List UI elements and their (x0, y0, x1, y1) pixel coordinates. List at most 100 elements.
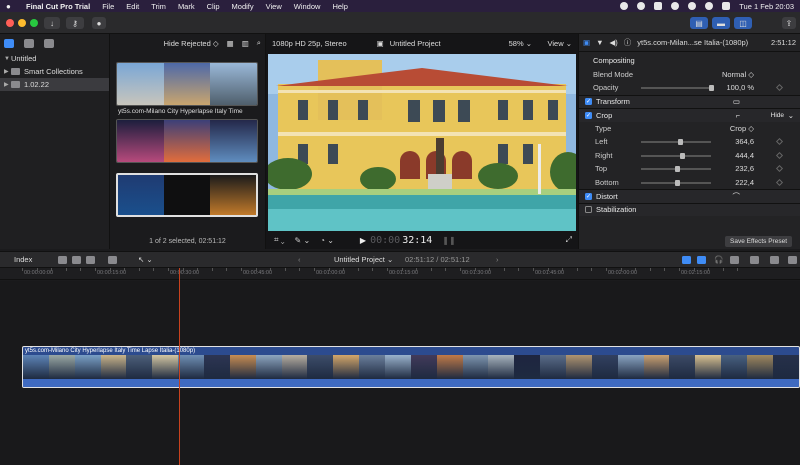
view-menu[interactable]: View ⌄ (548, 39, 573, 48)
opacity-value[interactable]: 100,0 % (726, 83, 754, 92)
audio-meter-icon[interactable]: ❚❚ (442, 236, 455, 245)
crop-field-value[interactable]: 232,6 (735, 164, 754, 173)
distort-onscreen-icon[interactable]: ⌒ (733, 191, 741, 202)
play-button[interactable]: ▶ (360, 236, 366, 245)
layout-timeline-button[interactable]: ▬ (712, 17, 730, 29)
append-clip-icon[interactable] (86, 256, 95, 264)
record-status-icon[interactable] (620, 2, 629, 10)
keyword-button[interactable]: ⚷ (66, 17, 84, 29)
photos-audio-icon[interactable] (24, 38, 34, 48)
audio-skimming-icon[interactable] (697, 256, 706, 264)
app-menu[interactable]: Final Cut Pro Trial (26, 2, 90, 11)
crop-bottom-slider[interactable] (641, 179, 711, 186)
layout-browser-button[interactable]: ▤ (690, 17, 708, 29)
apple-menu-icon[interactable]: ● (6, 2, 16, 11)
bluetooth-icon[interactable] (671, 2, 680, 10)
crop-onscreen-icon[interactable]: ⌐ (736, 111, 740, 120)
crop-field-value[interactable]: 222,4 (735, 178, 754, 187)
crop-top-slider[interactable] (641, 166, 711, 172)
compositing-section[interactable]: Compositing (579, 54, 800, 68)
slider-knob[interactable] (677, 139, 683, 145)
clip-appearance-icon[interactable]: ▦ (227, 39, 234, 48)
transform-onscreen-icon[interactable]: ▭ (733, 97, 740, 106)
libraries-icon[interactable] (4, 38, 14, 48)
index-button[interactable]: Index (14, 255, 32, 264)
color-inspector-icon[interactable]: ▼ (596, 38, 603, 47)
menu-file[interactable]: File (102, 2, 114, 11)
stabilization-section[interactable]: Stabilization (579, 202, 800, 216)
playhead[interactable] (179, 268, 180, 465)
overwrite-clip-icon[interactable] (108, 256, 117, 264)
background-tasks-button[interactable]: ● (92, 17, 106, 29)
audio-inspector-icon[interactable]: ◀) (610, 38, 618, 47)
insert-clip-icon[interactable] (72, 256, 81, 264)
slider-knob[interactable] (675, 179, 681, 186)
titles-generators-icon[interactable] (44, 38, 54, 48)
save-effects-preset-button[interactable]: Save Effects Preset (725, 236, 792, 247)
crop-type-popup[interactable]: Crop ◇ (730, 124, 754, 133)
zoom-popup[interactable]: 58% ⌄ (509, 39, 532, 48)
titles-browser-icon[interactable] (788, 256, 797, 264)
back-arrow-icon[interactable]: ‹ (298, 255, 301, 264)
clock[interactable]: Tue 1 Feb 20:03 (739, 2, 794, 11)
transitions-browser-icon[interactable] (770, 256, 779, 264)
crop-field-value[interactable]: 444,4 (735, 151, 754, 160)
distort-section[interactable]: ✓ Distort ⌒ (579, 189, 800, 203)
wifi-icon[interactable] (688, 2, 697, 10)
slider-knob[interactable] (709, 85, 714, 91)
filmstrip-icon[interactable]: ▥ (242, 39, 249, 48)
fullscreen-icon[interactable]: ⤢ (566, 235, 572, 245)
hide-button[interactable]: Hide (771, 112, 784, 119)
chevron-down-icon[interactable]: ⌄ (788, 111, 794, 120)
slider-knob[interactable] (679, 152, 685, 159)
crop-section[interactable]: ✓ Crop ⌐ Hide ⌄ (579, 108, 800, 122)
menu-clip[interactable]: Clip (207, 2, 220, 11)
search-icon[interactable]: ⌕ (257, 38, 261, 48)
import-button[interactable]: ↓ (44, 17, 60, 29)
disclosure-right-icon[interactable]: ▶ (4, 68, 11, 75)
share-button[interactable]: ⇪ (782, 17, 796, 29)
dropbox-icon[interactable] (654, 2, 663, 10)
connect-clip-icon[interactable] (58, 256, 67, 264)
select-tool-icon[interactable]: ↖ ⌄ (138, 255, 153, 264)
timeline-clip[interactable]: yt5s.com-Milano City Hyperlapse Italy Ti… (22, 346, 800, 388)
clip-appearance-icon[interactable] (730, 256, 739, 264)
control-center-icon[interactable] (722, 2, 731, 10)
keyframe-icon[interactable] (775, 83, 784, 92)
slider-knob[interactable] (675, 166, 681, 172)
opacity-slider[interactable] (641, 85, 714, 91)
keyframe-icon[interactable] (775, 164, 784, 173)
skimming-icon[interactable] (682, 256, 691, 264)
minimize-window-button[interactable] (18, 19, 26, 27)
search-icon[interactable] (705, 2, 714, 10)
stabilization-checkbox[interactable] (585, 206, 592, 214)
keyframe-icon[interactable] (775, 178, 784, 186)
video-inspector-icon[interactable]: ▣ (583, 38, 590, 47)
keyframe-icon[interactable] (775, 151, 784, 159)
forward-arrow-icon[interactable]: › (496, 255, 499, 264)
enhance-icon[interactable]: ✎ ⌄ (295, 236, 311, 245)
sidebar-item-smart-collections[interactable]: ▶ Smart Collections (0, 65, 109, 78)
menu-view[interactable]: View (266, 2, 282, 11)
retime-icon[interactable]: ◔ ⌄ (320, 236, 334, 245)
menu-mark[interactable]: Mark (178, 2, 195, 11)
keyframe-icon[interactable] (775, 137, 784, 146)
clip-thumbnail[interactable] (116, 119, 258, 163)
sidebar-item-library[interactable]: ▼ Untitled (0, 52, 109, 65)
layout-inspector-button[interactable]: ◫ (734, 17, 752, 29)
distort-checkbox[interactable]: ✓ (585, 192, 592, 200)
timeline-ruler[interactable]: 00:00:00:00 00:00:15:00 00:00:30:00 00:00:4… (0, 268, 800, 280)
disclosure-right-icon[interactable]: ▶ (4, 81, 11, 88)
disclosure-down-icon[interactable]: ▼ (4, 56, 11, 62)
solo-icon[interactable]: 🎧 (714, 255, 723, 264)
menu-modify[interactable]: Modify (232, 2, 254, 11)
menu-edit[interactable]: Edit (126, 2, 139, 11)
timeline-project-popup[interactable]: Untitled Project ⌄ (334, 255, 393, 264)
video-frame[interactable] (268, 54, 576, 231)
menu-trim[interactable]: Trim (151, 2, 166, 11)
crop-field-value[interactable]: 364,6 (735, 137, 754, 146)
transform-checkbox[interactable]: ✓ (585, 98, 592, 106)
sidebar-item-event[interactable]: ▶ 1.02.22 (0, 78, 109, 91)
effects-browser-icon[interactable] (750, 256, 759, 264)
timecode-display[interactable]: 32:14 (402, 235, 432, 246)
